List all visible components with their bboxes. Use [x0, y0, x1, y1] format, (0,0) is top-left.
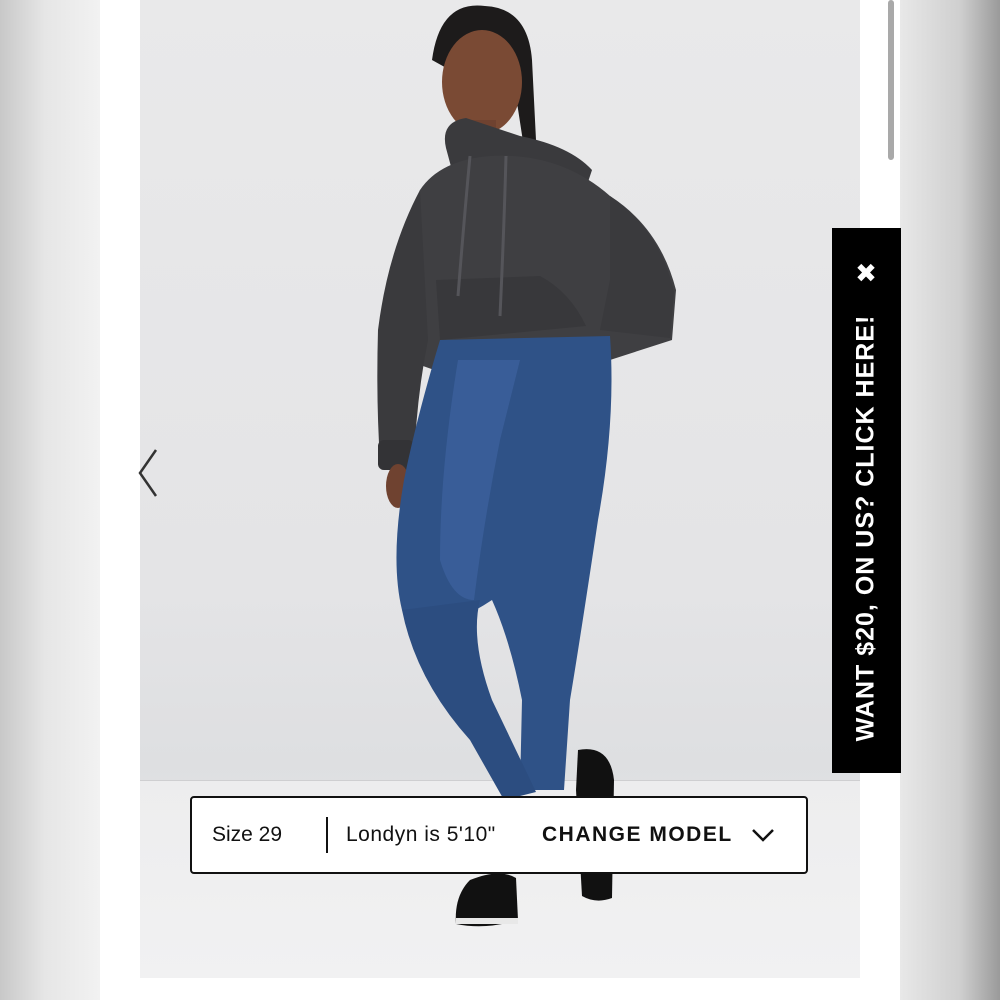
face: [442, 30, 522, 134]
left-gutter: [0, 0, 100, 1000]
divider: [326, 817, 328, 853]
scrollbar-thumb[interactable]: [888, 0, 894, 160]
chevron-left-icon[interactable]: [136, 446, 160, 500]
right-gutter: [900, 0, 1000, 1000]
chevron-down-icon: [751, 829, 774, 842]
model-height-label: Londyn is 5'10": [346, 823, 496, 846]
shoe-left-sole: [456, 918, 518, 924]
promo-sidebar-tab[interactable]: ✖ WANT $20, ON US? CLICK HERE!: [832, 228, 901, 773]
change-model-label: CHANGE MODEL: [542, 823, 733, 846]
promo-text[interactable]: WANT $20, ON US? CLICK HERE!: [852, 308, 881, 748]
change-model-button[interactable]: CHANGE MODEL: [542, 823, 775, 847]
hoodie-right-sleeve: [600, 196, 674, 338]
close-icon[interactable]: ✖: [846, 254, 886, 294]
size-label: Size 29: [212, 823, 283, 846]
model-size-bar: Size 29 Londyn is 5'10" CHANGE MODEL: [190, 796, 808, 874]
